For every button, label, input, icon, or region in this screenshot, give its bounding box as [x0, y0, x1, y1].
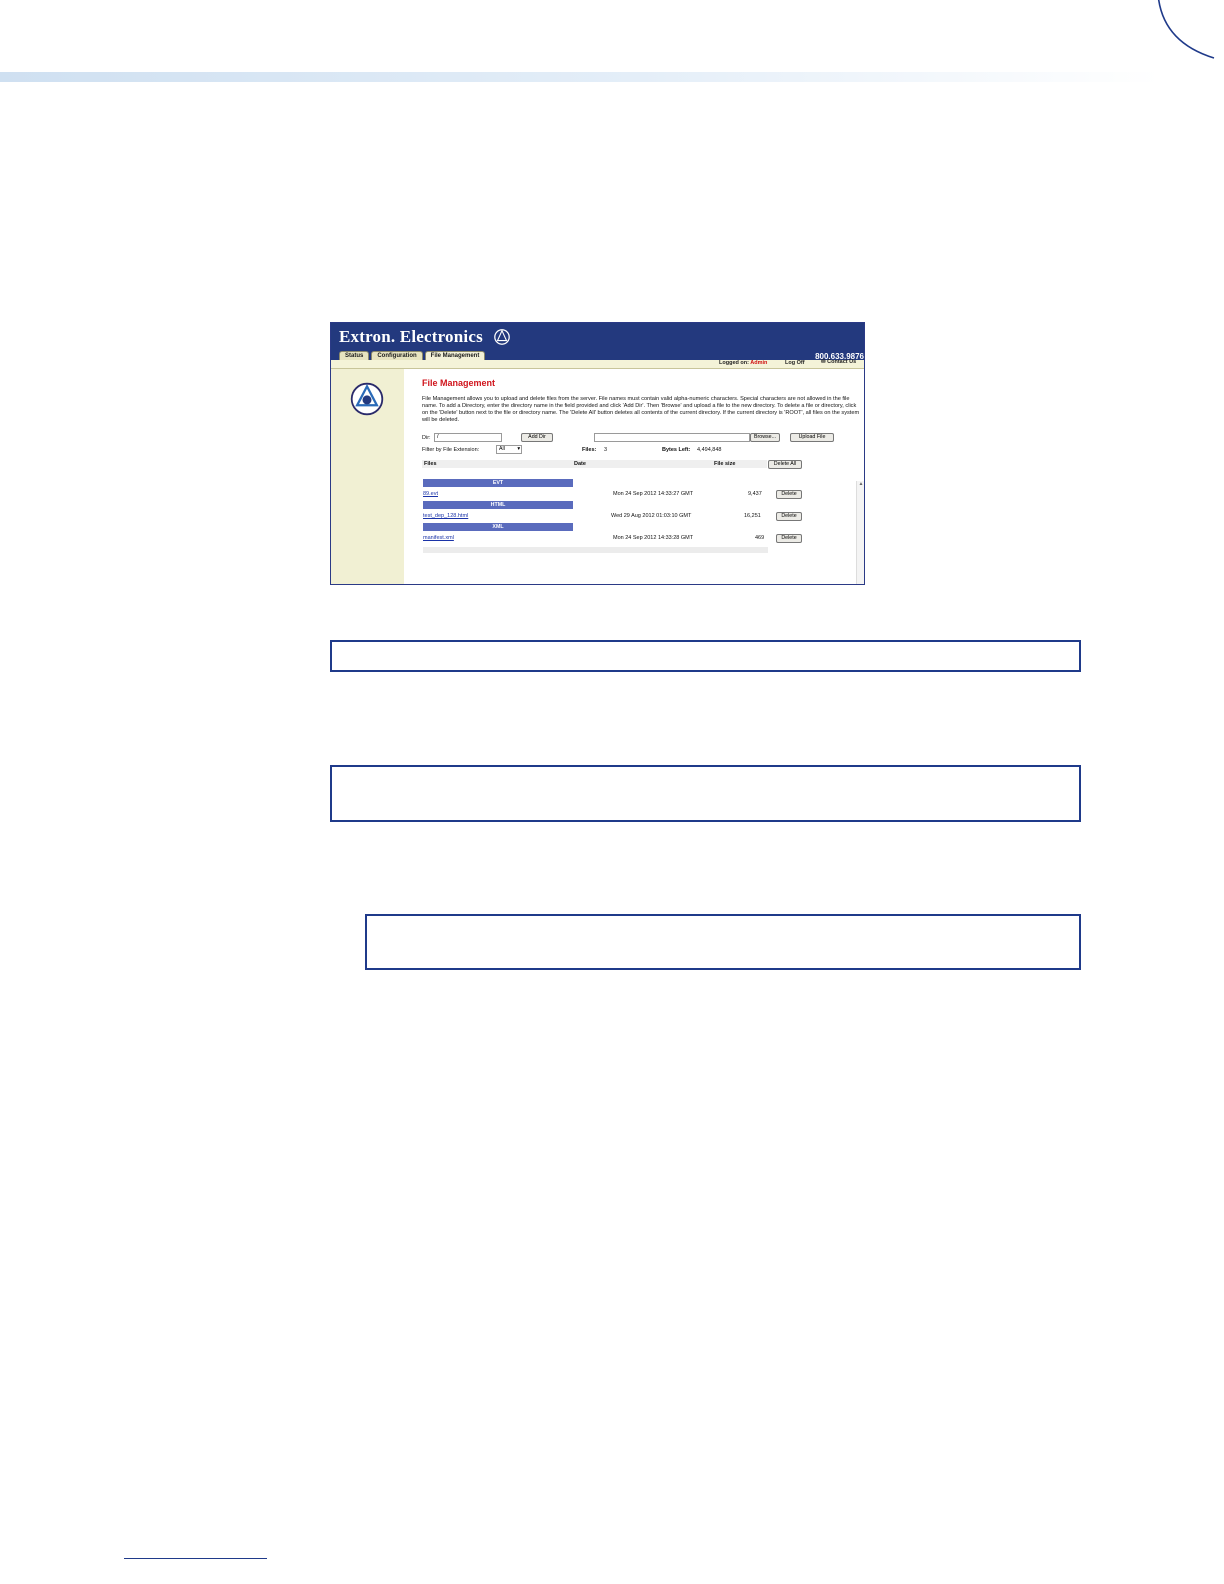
delete-button[interactable]: Delete: [776, 512, 802, 521]
filter-select[interactable]: All ▾: [496, 445, 522, 454]
file-date-html: Wed 29 Aug 2012 01:03:10 GMT: [611, 513, 692, 519]
upload-file-button[interactable]: Upload File: [790, 433, 834, 442]
category-header-evt: EVT: [423, 479, 573, 487]
file-management-screenshot: Extron. Electronics Status Configuration…: [330, 322, 865, 585]
delete-button[interactable]: Delete: [776, 490, 802, 499]
note-box: [365, 914, 1081, 970]
contact-us-link[interactable]: ✉ Contact Us: [821, 359, 856, 365]
file-date-xml: Mon 24 Sep 2012 14:33:28 GMT: [613, 535, 694, 541]
file-size-html: 16,251: [744, 513, 761, 519]
table-footer: [423, 547, 768, 553]
browse-button[interactable]: Browse...: [750, 433, 780, 442]
note-box: [330, 640, 1081, 672]
main-panel: File Management File Management allows y…: [404, 369, 864, 584]
column-file-size: File size: [714, 461, 736, 467]
note-box: [330, 765, 1081, 822]
status-bar: Logged on: Admin Log Off ✉ Contact Us: [331, 359, 864, 369]
file-link-xml[interactable]: manifest.xml: [423, 535, 454, 541]
envelope-icon: ✉: [821, 359, 826, 365]
app-header: Extron. Electronics Status Configuration…: [331, 323, 864, 361]
column-files: Files: [424, 461, 437, 467]
add-dir-button[interactable]: Add Dir: [521, 433, 553, 442]
filter-label: Filter by File Extension:: [422, 447, 480, 453]
file-link-html[interactable]: test_dep_128.html: [423, 513, 468, 519]
footer-rule: [124, 1558, 267, 1559]
page-title: File Management: [422, 378, 496, 388]
dir-input[interactable]: /: [434, 433, 502, 442]
brand-name: Extron. Electronics: [339, 327, 483, 346]
header-rule: [0, 72, 1160, 82]
file-size-xml: 469: [755, 535, 765, 541]
category-header-html: HTML: [423, 501, 573, 509]
logged-on-text: Logged on: Admin: [719, 360, 767, 366]
delete-button[interactable]: Delete: [776, 534, 802, 543]
logged-on-user: Admin: [750, 360, 768, 366]
category-header-xml: XML: [423, 523, 573, 531]
delete-all-button[interactable]: Delete All: [768, 460, 802, 469]
file-size-evt: 9,437: [748, 491, 762, 497]
logged-on-label: Logged on:: [719, 360, 749, 366]
dir-label: Dir:: [422, 435, 431, 441]
upload-path-input[interactable]: [594, 433, 750, 442]
column-date: Date: [574, 461, 586, 467]
extron-emblem-icon: [350, 382, 384, 416]
filter-value: All: [499, 446, 505, 452]
vertical-scrollbar[interactable]: ▲: [856, 481, 864, 584]
sidebar: [331, 369, 404, 584]
bytes-left-value: 4,494,848: [697, 447, 722, 453]
scroll-up-icon[interactable]: ▲: [857, 481, 864, 487]
file-date-evt: Mon 24 Sep 2012 14:33:27 GMT: [613, 491, 694, 497]
files-count: 3: [604, 447, 608, 453]
contact-us-label: Contact Us: [827, 359, 857, 365]
page-corner-curve: [1158, 0, 1215, 59]
log-off-link[interactable]: Log Off: [785, 360, 805, 366]
page-description: File Management allows you to upload and…: [422, 396, 860, 423]
files-label: Files:: [582, 447, 597, 453]
bytes-left-label: Bytes Left:: [662, 447, 691, 453]
extron-logo-icon: [494, 329, 510, 345]
file-link-evt[interactable]: 89.evt: [423, 491, 438, 497]
chevron-down-icon: ▾: [517, 446, 520, 452]
